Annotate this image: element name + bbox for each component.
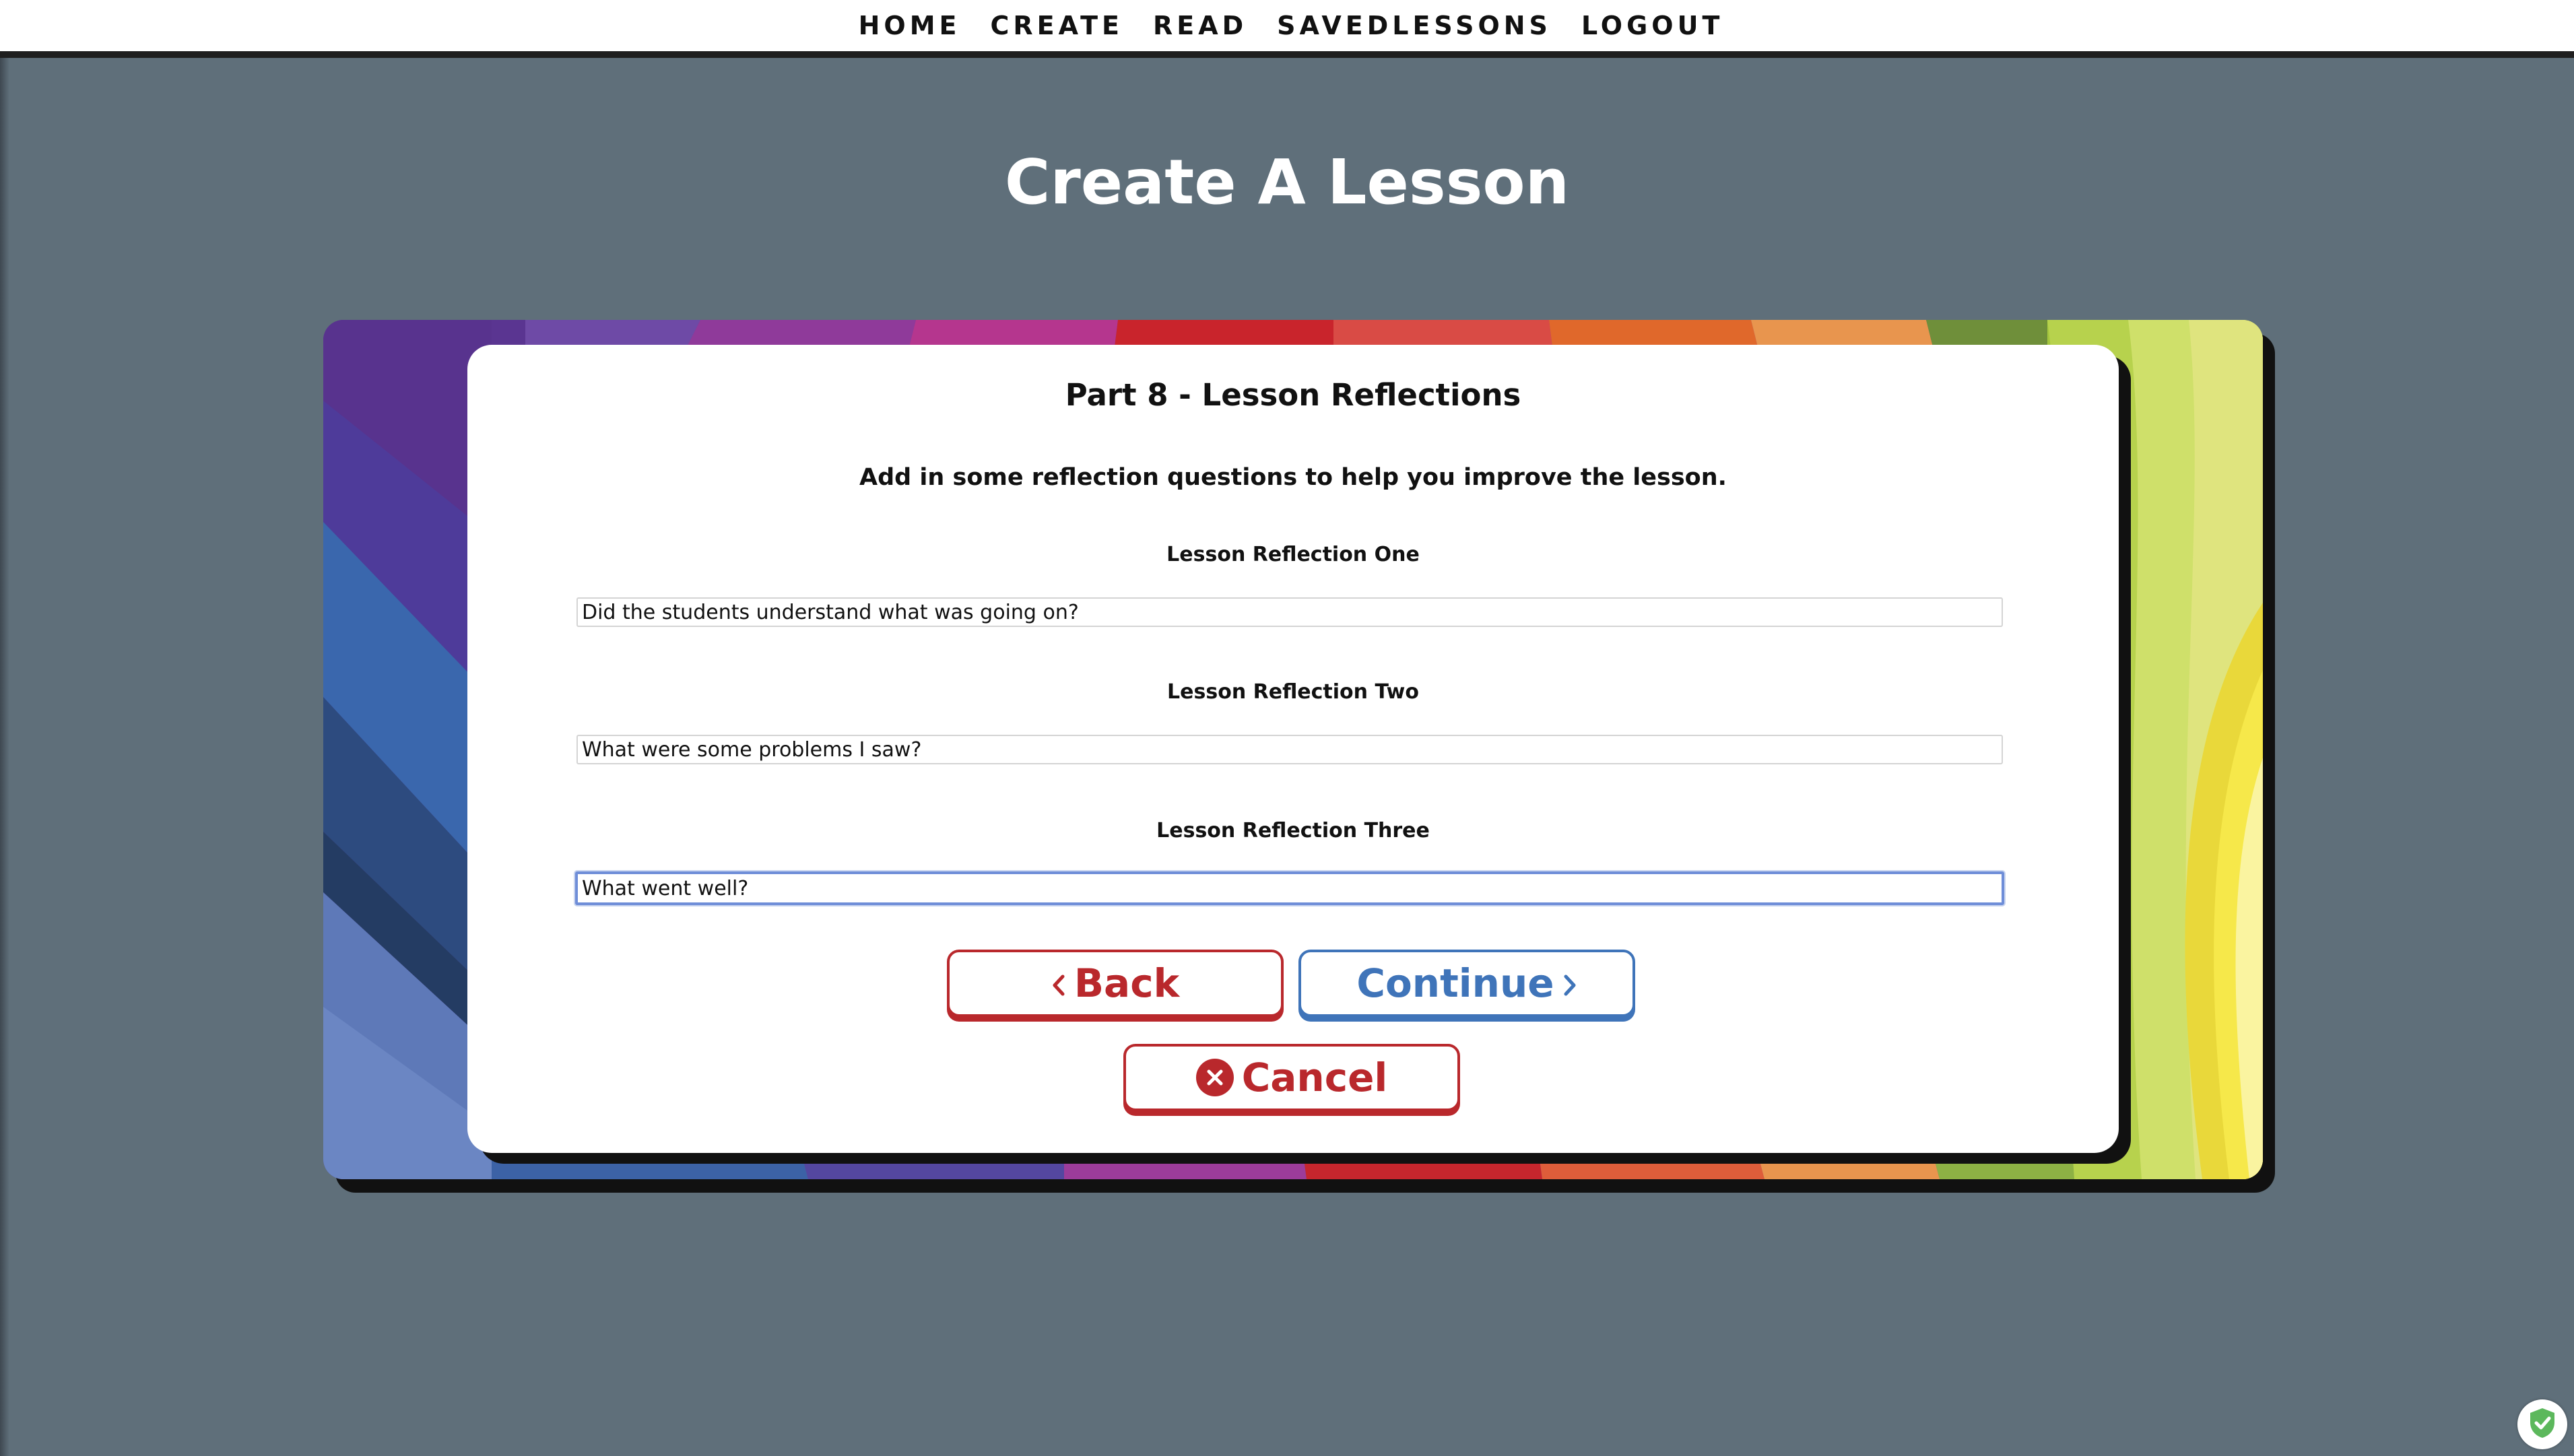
shield-check-icon — [2527, 1406, 2558, 1443]
cancel-button[interactable]: Cancel — [1123, 1044, 1460, 1111]
back-button-label: Back — [1074, 960, 1180, 1006]
nav-logout[interactable]: LOGOUT — [1581, 13, 1723, 38]
continue-button-label: Continue — [1356, 960, 1554, 1006]
form-instructions: Add in some reflection questions to help… — [859, 464, 1727, 491]
close-circle-icon — [1195, 1059, 1234, 1096]
nav-home[interactable]: HOME — [859, 13, 961, 38]
chevron-left-icon — [1051, 964, 1066, 1003]
part-title: Part 8 - Lesson Reflections — [1065, 377, 1521, 413]
cancel-button-label: Cancel — [1241, 1055, 1388, 1100]
page-title: Create A Lesson — [1004, 146, 1570, 218]
reflection-one-label: Lesson Reflection One — [1166, 543, 1420, 566]
lesson-form-card: Part 8 - Lesson Reflections Add in some … — [467, 345, 2119, 1153]
back-button[interactable]: Back — [947, 950, 1284, 1017]
continue-button[interactable]: Continue — [1298, 950, 1635, 1017]
nav-create[interactable]: CREATE — [991, 13, 1123, 38]
reflection-three-label: Lesson Reflection Three — [1156, 819, 1430, 842]
reflection-two-label: Lesson Reflection Two — [1167, 680, 1419, 704]
nav-read[interactable]: READ — [1153, 13, 1247, 38]
nav-saved-lessons[interactable]: SAVEDLESSONS — [1277, 13, 1552, 38]
reflection-one-input[interactable] — [576, 597, 2003, 627]
reflection-two-input[interactable] — [576, 735, 2003, 764]
left-edge-shadow — [0, 58, 9, 1456]
reflection-three-input[interactable] — [575, 871, 2004, 905]
chevron-right-icon — [1562, 964, 1577, 1003]
security-badge[interactable] — [2517, 1399, 2567, 1449]
top-navbar: HOME CREATE READ SAVEDLESSONS LOGOUT — [0, 0, 2574, 58]
